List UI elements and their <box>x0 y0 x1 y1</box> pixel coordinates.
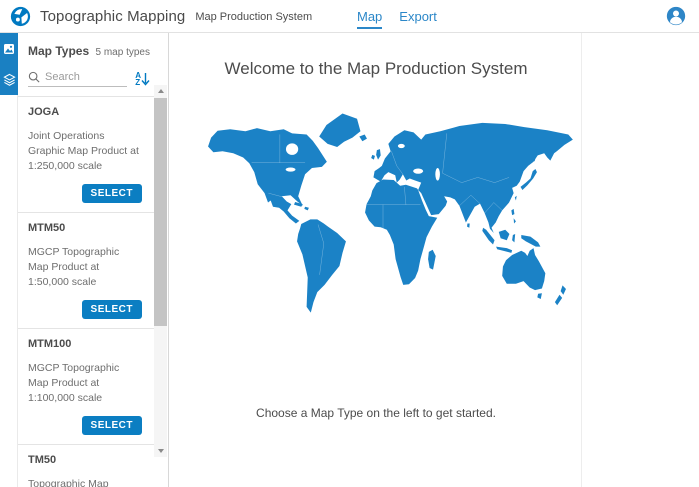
map-type-item-tm50: TM50 Topographic Map Product at 1:50,000… <box>18 445 154 487</box>
world-map-image <box>192 103 574 365</box>
select-button-mtm50[interactable]: SELECT <box>82 300 142 319</box>
map-type-name: TM50 <box>28 454 142 466</box>
search-box <box>28 71 127 87</box>
header-tabs: Map Export <box>357 0 437 33</box>
map-type-name: MTM100 <box>28 338 142 350</box>
search-input[interactable] <box>45 71 115 83</box>
scroll-up-arrow[interactable] <box>154 85 167 97</box>
layers-icon <box>3 73 16 86</box>
helper-text: Choose a Map Type on the left to get sta… <box>170 406 582 420</box>
map-types-panel: Map Types 5 map types AZ <box>18 33 169 487</box>
left-tool-strip <box>0 33 18 487</box>
user-avatar-icon[interactable] <box>666 6 686 26</box>
map-type-description: MGCP Topographic Map Product at 1:50,000… <box>28 245 142 290</box>
map-type-count: 5 map types <box>96 47 150 58</box>
app-header: Topographic Mapping Map Production Syste… <box>0 0 699 33</box>
map-type-item-joga: JOGA Joint Operations Graphic Map Produc… <box>18 97 154 213</box>
map-products-icon <box>3 43 15 55</box>
app-title: Topographic Mapping <box>40 8 185 25</box>
tab-export[interactable]: Export <box>399 0 437 33</box>
sort-az-button[interactable]: AZ <box>135 72 150 86</box>
select-button-joga[interactable]: SELECT <box>82 184 142 203</box>
scroll-down-arrow[interactable] <box>154 445 167 457</box>
search-icon <box>28 71 40 83</box>
select-button-mtm100[interactable]: SELECT <box>82 416 142 435</box>
sidebar-scrollbar[interactable] <box>154 85 167 457</box>
welcome-heading: Welcome to the Map Production System <box>170 59 582 79</box>
map-type-description: Joint Operations Graphic Map Product at … <box>28 129 142 174</box>
map-type-item-mtm50: MTM50 MGCP Topographic Map Product at 1:… <box>18 213 154 329</box>
app-window: Topographic Mapping Map Production Syste… <box>0 0 699 487</box>
app-subtitle: Map Production System <box>195 11 312 23</box>
map-type-name: MTM50 <box>28 222 142 234</box>
tab-map[interactable]: Map <box>357 0 382 33</box>
layers-tool-button[interactable] <box>0 64 18 95</box>
panel-title: Map Types <box>28 44 89 58</box>
map-type-description: MGCP Topographic Map Product at 1:100,00… <box>28 361 142 406</box>
main-content: Welcome to the Map Production System <box>170 33 699 487</box>
scrollbar-thumb[interactable] <box>154 98 167 326</box>
map-type-item-mtm100: MTM100 MGCP Topographic Map Product at 1… <box>18 329 154 445</box>
map-type-name: JOGA <box>28 106 142 118</box>
globe-logo-icon <box>10 6 31 27</box>
map-products-tool-button[interactable] <box>0 33 18 64</box>
sort-down-arrow-icon <box>141 72 150 86</box>
map-type-description: Topographic Map Product at 1:50,000 scal… <box>28 477 142 487</box>
